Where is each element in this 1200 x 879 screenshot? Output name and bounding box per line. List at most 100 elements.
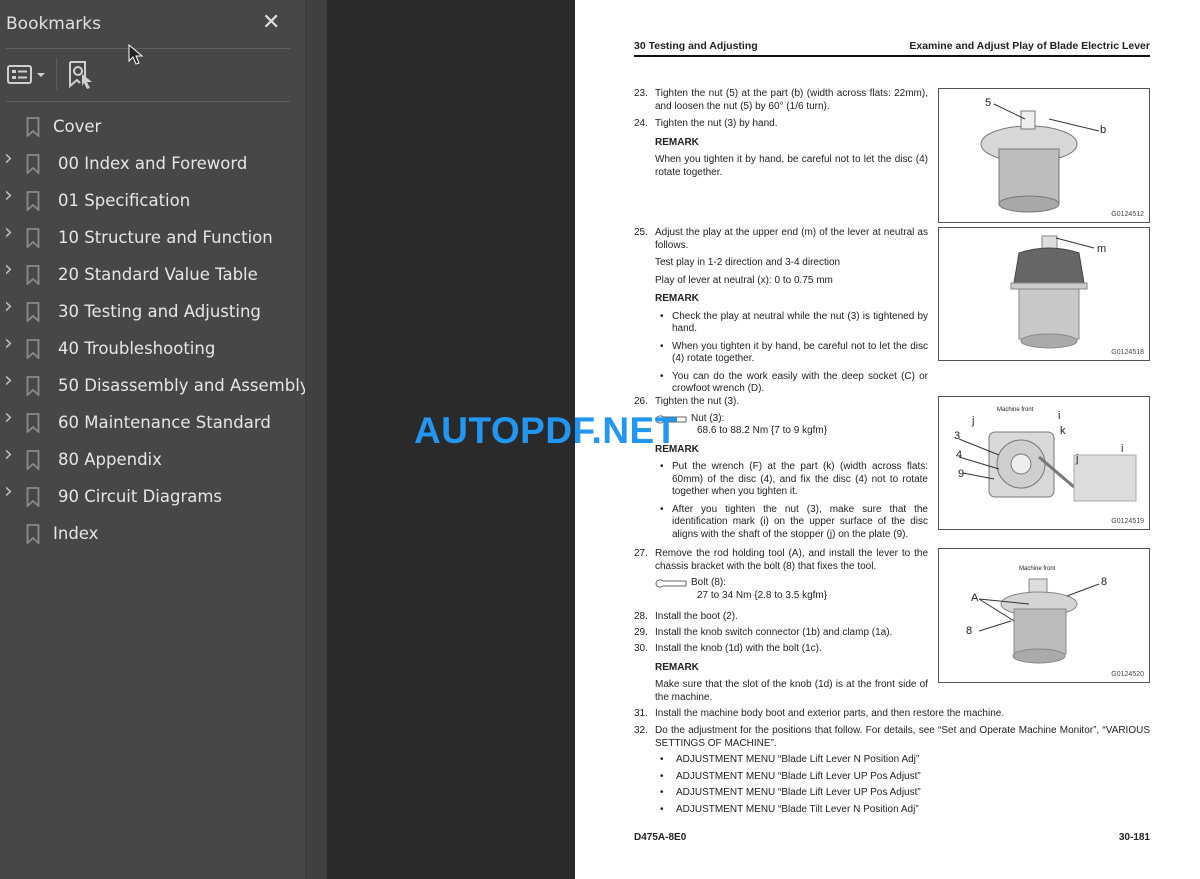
lever-boot-illustration [1010,235,1095,349]
torque-spec: Nut (3): 68.6 to 88.2 Nm {7 to 9 kgfm} [655,413,928,438]
wrench-icon [655,579,687,588]
chevron-right-icon[interactable]: › [4,146,13,171]
bookmark-label: 00 Index and Foreword [58,153,248,173]
bookmark-label: 30 Testing and Adjusting [58,301,261,321]
callout-label: k [1060,425,1066,437]
callout-label: 8 [1101,576,1108,588]
step-text: Install the knob (1d) with the bolt (1c)… [655,643,822,654]
remark-label: REMARK [655,293,699,304]
torque-value: 68.6 to 88.2 Nm {7 to 9 kgfm} [697,425,828,436]
chevron-down-icon [37,73,45,77]
chevron-right-icon[interactable]: › [4,479,13,504]
step-27: 27. Remove the rod holding tool (A), and… [634,548,928,602]
step-29: 29. Install the knob switch connector (1… [634,627,928,640]
close-icon[interactable]: ✕ [262,12,280,34]
adjustment-item: ADJUSTMENT MENU “Blade Lift Lever N Posi… [655,754,1150,767]
figure-g0124519: Machine front j i k 3 4 9 j i G0124519 [938,396,1150,530]
step-text: Tighten the nut (3). [655,396,740,407]
bookmark-item[interactable]: › 01 Specification [0,183,300,215]
step-31: 31. Install the machine body boot and ex… [634,708,1150,721]
bookmark-icon [26,524,40,544]
callout-label: j [972,415,975,427]
bookmark-item[interactable]: › 90 Circuit Diagrams [0,479,300,511]
bookmark-item[interactable]: › 60 Maintenance Standard [0,405,300,437]
chevron-right-icon[interactable]: › [4,220,13,245]
bookmark-icon [26,376,40,396]
bookmark-icon [26,302,40,322]
bookmark-label: Cover [53,116,102,136]
bookmark-icon [26,228,40,248]
callout-label: i [1121,443,1124,455]
remark-text: Make sure that the slot of the knob (1d)… [655,679,928,703]
callout-label: A [971,592,979,604]
adjustment-item: ADJUSTMENT MENU “Blade Tilt Lever N Posi… [655,804,1150,817]
remark-text: When you tighten it by hand, be careful … [655,154,928,178]
adjustment-item: ADJUSTMENT MENU “Blade Lift Lever UP Pos… [655,787,1150,800]
callout-label: 9 [958,468,965,480]
torque-item: Nut (3): [691,412,725,424]
find-current-bookmark-button[interactable] [68,60,96,95]
bookmark-label: Index [53,523,99,543]
step-28: 28. Install the boot (2). [634,611,928,624]
step-text: Do the adjustment for the positions that… [655,725,1150,749]
torque-item: Bolt (8): [691,577,727,588]
chevron-right-icon[interactable]: › [4,257,13,282]
page-footer-model: D475A-8E0 [634,832,687,843]
remark-bullet: After you tighten the nut (3), make sure… [655,504,928,542]
chevron-right-icon[interactable]: › [4,442,13,467]
bookmark-label: 50 Disassembly and Assembly [58,375,310,395]
callout-label: m [1097,243,1107,255]
callout-label: 5 [985,97,992,109]
step-number: 30. [634,643,648,654]
page-header-title: Examine and Adjust Play of Blade Electri… [909,40,1150,52]
bookmark-item[interactable]: Index [0,518,300,548]
step-number: 29. [634,627,648,638]
chevron-right-icon[interactable]: › [4,183,13,208]
callout-label: 8 [966,625,973,637]
bookmark-item[interactable]: › 80 Appendix [0,442,300,474]
bookmark-item[interactable]: › 50 Disassembly and Assembly [0,368,310,400]
chevron-right-icon[interactable]: › [4,294,13,319]
divider [6,48,290,49]
panel-title: Bookmarks [6,14,101,34]
remark-label: REMARK [655,661,699,673]
bookmark-icon [26,117,40,137]
step-26: 26. Tighten the nut (3). Nut (3): 68.6 t… [634,396,928,541]
divider [6,101,290,102]
figure-code: G0124520 [1111,671,1144,678]
bookmark-icon [26,487,40,507]
remark-label: REMARK [655,136,699,148]
bookmark-label: 01 Specification [58,190,191,210]
chevron-right-icon[interactable]: › [4,368,13,393]
panel-splitter[interactable] [306,0,625,879]
step-32: 32. Do the adjustment for the positions … [634,725,1150,816]
figure-g0124520: Machine front A 8 8 G0124520 [938,548,1150,683]
chevron-right-icon[interactable]: › [4,331,13,356]
step-number: 24. [634,118,648,129]
figure-code: G0124518 [1111,349,1144,356]
remark-bullet: Put the wrench (F) at the part (k) (widt… [655,461,928,499]
callout-label: 3 [954,430,961,442]
page-header-section: 30 Testing and Adjusting [634,40,758,52]
bookmark-label: 60 Maintenance Standard [58,412,271,432]
list-options-icon [7,65,45,84]
bookmark-item[interactable]: Cover [0,111,300,141]
bookmark-icon [26,450,40,470]
step-number: 32. [634,725,648,736]
play-spec: Play of lever at neutral (x): 0 to 0.75 … [655,274,833,286]
step-number: 27. [634,548,648,559]
bookmark-item[interactable]: › 00 Index and Foreword [0,146,300,178]
step-25: 25. Adjust the play at the upper end (m)… [634,227,928,396]
lever-assembly-illustration [980,103,1100,213]
list-options-button[interactable] [7,64,47,91]
bookmark-item[interactable]: › 30 Testing and Adjusting [0,294,300,326]
figure-g0124512: 5 b G0124512 [938,88,1150,223]
bookmark-item[interactable]: › 40 Troubleshooting [0,331,300,363]
bookmark-item[interactable]: › 10 Structure and Function [0,220,300,252]
remark-bullet: Check the play at neutral while the nut … [655,311,928,336]
step-text: Adjust the play at the upper end (m) of … [655,227,928,251]
chevron-right-icon[interactable]: › [4,405,13,430]
disc-alignment-illustration [958,431,1137,502]
bookmark-item[interactable]: › 20 Standard Value Table [0,257,300,289]
bookmark-label: 20 Standard Value Table [58,264,258,284]
